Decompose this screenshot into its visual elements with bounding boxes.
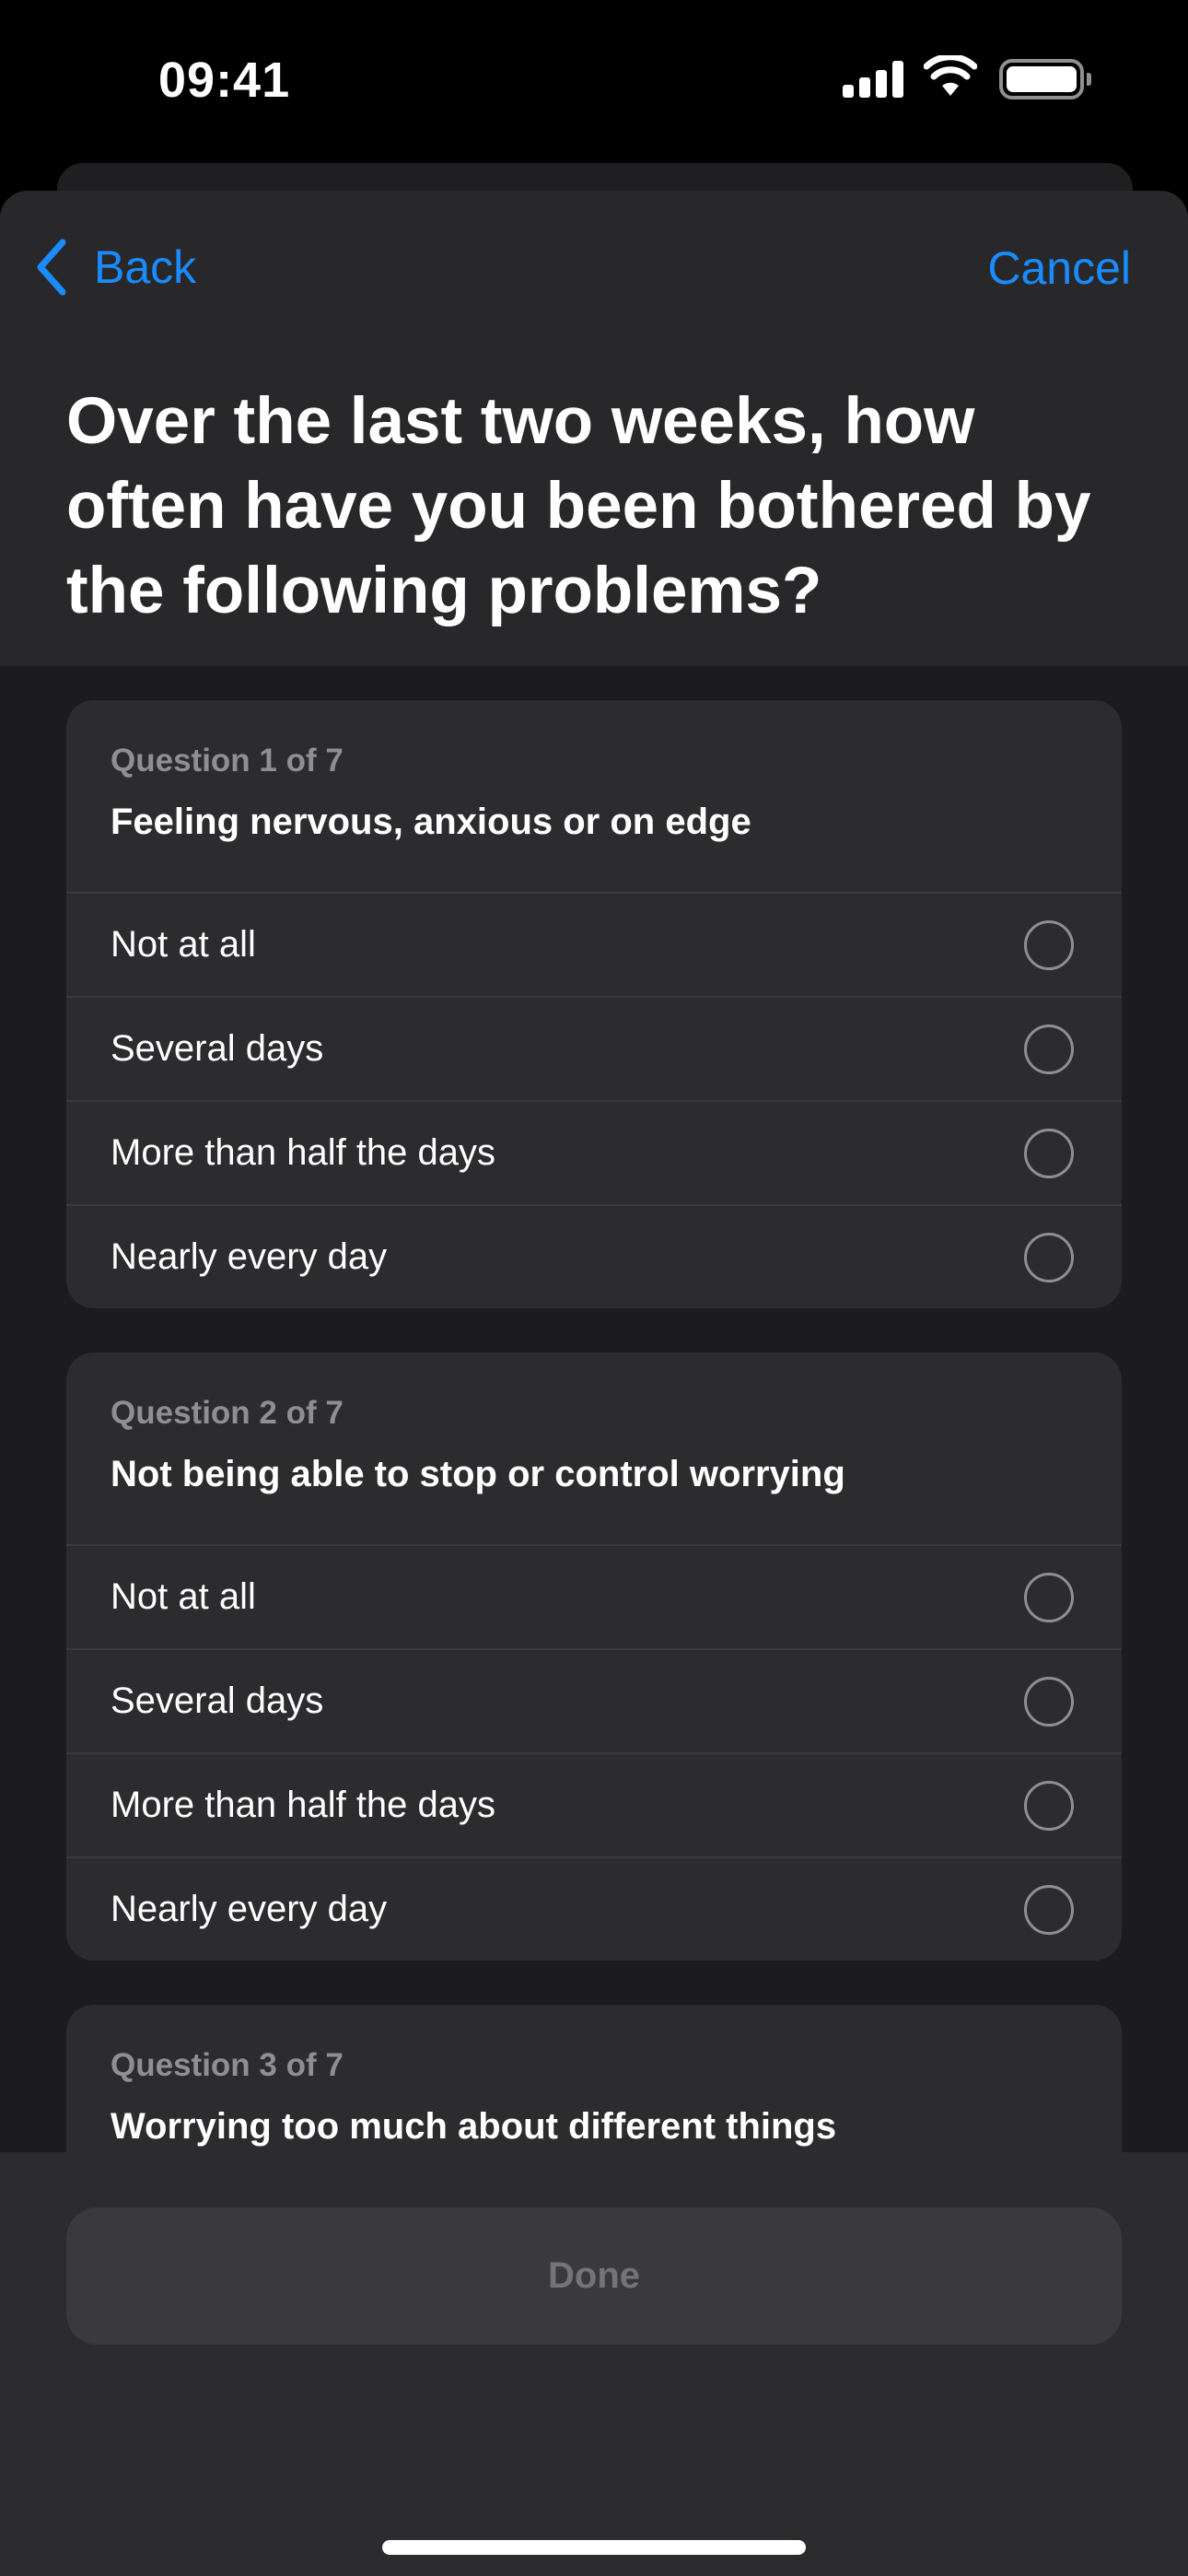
option-nearly-every-day[interactable]: Nearly every day: [66, 1856, 1122, 1961]
radio-button-icon[interactable]: [1024, 1128, 1074, 1178]
page-title: Over the last two weeks, how often have …: [66, 385, 1091, 627]
option-several-days[interactable]: Several days: [66, 1648, 1122, 1752]
question-number: Question 2 of 7: [111, 1395, 344, 1431]
option-label: Nearly every day: [111, 1889, 388, 1929]
back-button[interactable]: Back: [35, 239, 196, 296]
status-time: 09:41: [158, 53, 291, 108]
done-button[interactable]: Done: [66, 2207, 1122, 2345]
question-card-1: Question 1 of 7 Feeling nervous, anxious …: [66, 700, 1122, 1308]
question-text: Not being able to stop or control worryi…: [111, 1454, 845, 1494]
radio-button-icon[interactable]: [1024, 1024, 1074, 1074]
radio-button-icon[interactable]: [1024, 1572, 1074, 1622]
option-not-at-all[interactable]: Not at all: [66, 892, 1122, 996]
radio-button-icon[interactable]: [1024, 1780, 1074, 1831]
cancel-button[interactable]: Cancel: [987, 241, 1131, 295]
question-card-2: Question 2 of 7 Not being able to stop or…: [66, 1352, 1122, 1961]
option-not-at-all[interactable]: Not at all: [66, 1544, 1122, 1648]
chevron-left-icon: [37, 239, 66, 296]
radio-button-icon[interactable]: [1024, 1232, 1074, 1282]
option-label: Several days: [111, 1680, 324, 1721]
cellular-signal-icon: [843, 61, 903, 98]
option-label: Nearly every day: [111, 1236, 388, 1277]
option-several-days[interactable]: Several days: [66, 996, 1122, 1100]
home-indicator[interactable]: [382, 2540, 806, 2555]
option-label: Not at all: [111, 924, 256, 965]
option-label: More than half the days: [111, 1785, 496, 1825]
question-number: Question 3 of 7: [111, 2047, 344, 2083]
radio-button-icon[interactable]: [1024, 1884, 1074, 1935]
header: Back Cancel Over the last two weeks, how…: [0, 191, 1188, 666]
option-label: Several days: [111, 1028, 324, 1069]
question-number: Question 1 of 7: [111, 743, 344, 779]
questionnaire-sheet: Back Cancel Over the last two weeks, how…: [0, 191, 1188, 2576]
bottom-bar: Done: [0, 2152, 1188, 2576]
option-more-than-half[interactable]: More than half the days: [66, 1100, 1122, 1204]
question-text: Worrying too much about different things: [111, 2106, 837, 2147]
wifi-icon: [924, 55, 977, 96]
option-nearly-every-day[interactable]: Nearly every day: [66, 1204, 1122, 1308]
question-text: Feeling nervous, anxious or on edge: [111, 802, 751, 842]
status-bar: 09:41: [0, 0, 1188, 163]
back-label: Back: [94, 241, 197, 293]
option-more-than-half[interactable]: More than half the days: [66, 1752, 1122, 1856]
option-label: More than half the days: [111, 1132, 496, 1173]
battery-icon: [999, 59, 1091, 100]
radio-button-icon[interactable]: [1024, 919, 1074, 970]
radio-button-icon[interactable]: [1024, 1676, 1074, 1727]
option-label: Not at all: [111, 1576, 256, 1617]
